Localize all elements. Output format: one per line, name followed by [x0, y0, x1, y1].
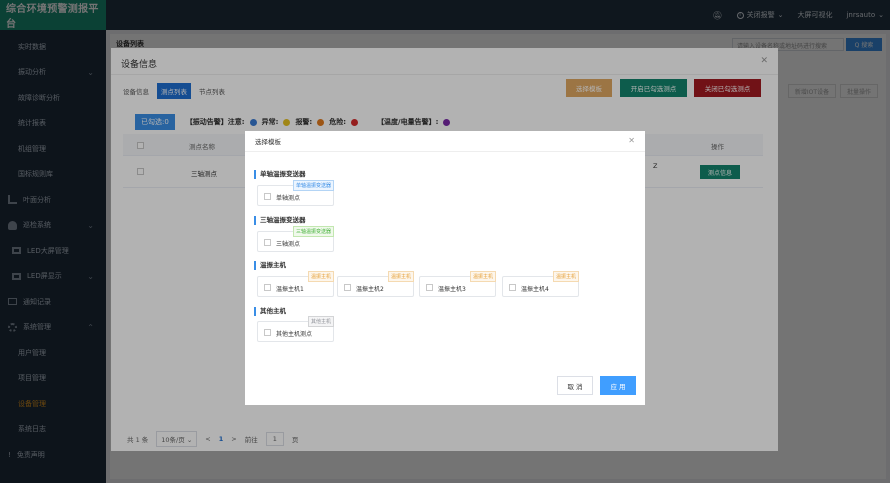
card-label: 单轴测点	[276, 195, 301, 202]
card-tag: 温振主机	[552, 271, 579, 282]
template-card[interactable]: 温振主机1 温振主机	[257, 271, 334, 297]
card-tag: 温振主机	[307, 271, 334, 282]
group-tri-axis: 三轴温振变送器	[254, 216, 306, 225]
card-tag: 其他主机	[307, 316, 334, 327]
card-checkbox[interactable]	[264, 284, 271, 291]
card-checkbox[interactable]	[264, 329, 271, 336]
card-checkbox[interactable]	[344, 284, 351, 291]
card-label: 三轴测点	[276, 241, 301, 248]
card-label: 温振主机4	[521, 286, 549, 293]
group-title: 其他主机	[254, 307, 286, 316]
template-card[interactable]: 单轴测点 单轴温振变送器	[257, 180, 334, 206]
card-checkbox[interactable]	[509, 284, 516, 291]
group-title: 三轴温振变送器	[254, 216, 306, 225]
group-host: 温振主机	[254, 261, 286, 270]
group-title: 单轴温振变送器	[254, 170, 306, 179]
template-card[interactable]: 温振主机4 温振主机	[502, 271, 579, 297]
group-other: 其他主机	[254, 307, 286, 316]
template-card[interactable]: 其他主机测点 其他主机	[257, 316, 334, 342]
close-icon[interactable]: ✕	[628, 136, 635, 145]
group-single-axis: 单轴温振变送器	[254, 170, 306, 179]
select-template-dialog: 选择模板 ✕ 单轴温振变送器 单轴测点 单轴温振变送器 三轴温振变送器 三轴测点…	[245, 131, 645, 405]
template-card[interactable]: 温振主机3 温振主机	[419, 271, 496, 297]
card-tag: 三轴温振变送器	[292, 226, 334, 237]
apply-button[interactable]: 应 用	[600, 376, 636, 395]
card-checkbox[interactable]	[264, 193, 271, 200]
card-checkbox[interactable]	[264, 239, 271, 246]
card-tag: 温振主机	[387, 271, 414, 282]
card-tag: 单轴温振变送器	[292, 180, 334, 191]
card-label: 温振主机2	[356, 286, 384, 293]
cancel-button[interactable]: 取 消	[557, 376, 593, 395]
card-label: 温振主机1	[276, 286, 304, 293]
card-tag: 温振主机	[469, 271, 496, 282]
card-label: 温振主机3	[438, 286, 466, 293]
template-card[interactable]: 温振主机2 温振主机	[337, 271, 414, 297]
dialog-title: 选择模板	[245, 131, 645, 152]
card-checkbox[interactable]	[426, 284, 433, 291]
group-title: 温振主机	[254, 261, 286, 270]
template-card[interactable]: 三轴测点 三轴温振变送器	[257, 226, 334, 252]
card-label: 其他主机测点	[276, 331, 313, 338]
